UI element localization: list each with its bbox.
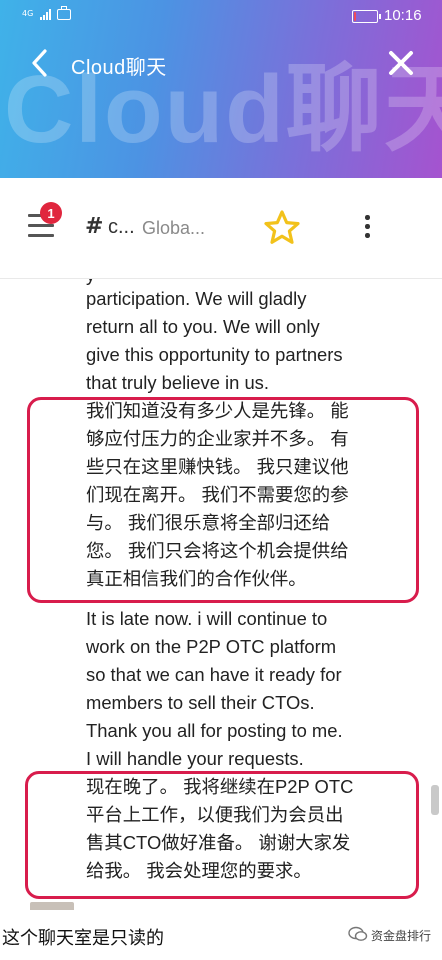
scrollbar-thumb[interactable] [431,785,439,815]
channel-toolbar: 1 # c... Globa... [0,178,442,279]
battery-icon [352,10,381,23]
signal-icon [40,8,52,20]
brand-watermark: 资金盘排行 [371,929,432,943]
cropped-previous-line: y [86,279,95,284]
star-favorite-icon[interactable] [263,209,301,247]
message-line: 真正相信我们的合作伙伴。 [86,568,307,589]
more-options-icon[interactable] [362,213,372,239]
briefcase-icon [57,6,72,20]
battery-level [354,12,356,21]
message-line: participation. We will gladly [86,288,307,309]
message-line: that truly believe in us. [86,372,269,393]
clock: 10:16 [384,7,422,24]
channel-hash-icon: # [85,214,104,239]
status-bar: 4G 10:16 [0,0,442,32]
close-icon[interactable] [386,48,416,78]
message-line: 们现在离开。 我们不需要您的参 [86,484,349,505]
message-line: 现在晚了。 我将继续在P2P OTC [86,776,354,797]
message-line: 给我。 我会处理您的要求。 [86,860,312,881]
channel-name[interactable]: c... [108,216,135,239]
message-line: It is late now. i will continue to [86,608,328,629]
message-line: 些只在这里赚快钱。 我只建议他 [86,456,349,477]
message-line: 您。 我们只会将这个机会提供给 [86,540,349,561]
header-watermark: Cloud聊天 [4,56,442,163]
message-line: 与。 我们很乐意将全部归还给 [86,512,331,533]
message-line: work on the P2P OTC platform [86,636,337,657]
readonly-notice: 这个聊天室是只读的 [2,928,164,948]
message-line: give this opportunity to partners [86,344,343,365]
back-arrow-icon[interactable] [30,48,50,78]
message-line: 我们知道没有多少人是先锋。 能 [86,400,349,421]
message-line: so that we can have it ready for [86,664,342,685]
notification-badge: 1 [40,202,62,224]
message-list[interactable]: y participation. We will gladly return a… [0,279,442,910]
message-line: 售其CTO做好准备。 谢谢大家发 [86,832,351,853]
status-left: 4G [22,6,72,20]
wechat-icon [348,926,368,941]
message-line: 平台上工作，以便我们为会员出 [86,804,344,825]
network-type: 4G [22,9,34,18]
channel-subtitle[interactable]: Globa... [142,218,205,239]
message-line: members to sell their CTOs. [86,692,315,713]
message-line: Thank you all for posting to me. [86,720,343,741]
message-line: 够应付压力的企业家并不多。 有 [86,428,349,449]
message-line: return all to you. We will only [86,316,320,337]
footer-bar: 这个聊天室是只读的 资金盘排行 [0,910,442,960]
message-line: I will handle your requests. [86,748,304,769]
avatar [30,902,74,910]
app-header: Cloud聊天 4G 10:16 Cloud聊天 [0,0,442,178]
chat-title: Cloud聊天 [71,57,167,79]
